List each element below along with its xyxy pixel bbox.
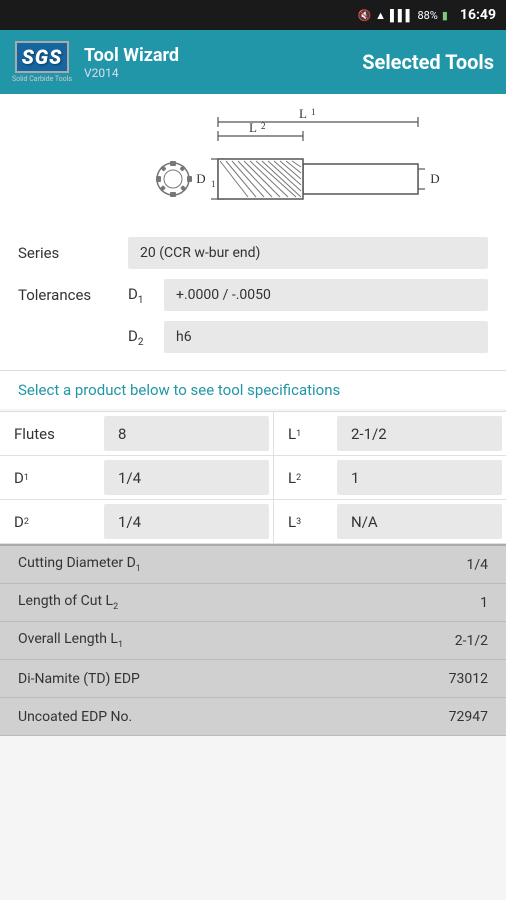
select-message: Select a product below to see tool speci… bbox=[0, 370, 506, 409]
battery-icon: ▮ bbox=[442, 9, 448, 22]
svg-text:D: D bbox=[430, 171, 439, 186]
status-time: 16:49 bbox=[460, 7, 496, 23]
battery-percentage: 88% bbox=[417, 9, 437, 22]
diagram-svg: L 1 L 2 D 1 D 2 bbox=[63, 104, 443, 214]
series-row: Series 20 (CCR w-bur end) bbox=[18, 234, 488, 272]
table-row-d2: D2 1/4 L3 N/A bbox=[0, 500, 506, 544]
logo-area: SGS Solid Carbide Tools bbox=[12, 41, 72, 83]
tolerance-d2-value: h6 bbox=[164, 321, 488, 353]
l3-label: L3 bbox=[273, 500, 333, 543]
overall-length-value: 2-1/2 bbox=[408, 633, 488, 649]
length-of-cut-value: 1 bbox=[408, 595, 488, 611]
svg-text:2: 2 bbox=[261, 121, 266, 131]
td-edp-value: 73012 bbox=[408, 671, 488, 687]
product-table: Flutes 8 L1 2-1/2 D1 1/4 L2 1 D2 1/4 L3 … bbox=[0, 411, 506, 544]
svg-text:1: 1 bbox=[211, 179, 216, 189]
status-icons: 🔇 ▲ ▌▌▌ 88% ▮ bbox=[357, 9, 447, 22]
l3-value: N/A bbox=[337, 504, 502, 539]
detail-row-td-edp: Di-Namite (TD) EDP 73012 bbox=[0, 660, 506, 698]
d1-row-value: 1/4 bbox=[104, 460, 269, 495]
page-title: Selected Tools bbox=[362, 50, 494, 74]
d2-row-value: 1/4 bbox=[104, 504, 269, 539]
table-row-flutes: Flutes 8 L1 2-1/2 bbox=[0, 412, 506, 456]
l1-label: L1 bbox=[273, 412, 333, 455]
detail-row-cutting-diameter: Cutting Diameter D1 1/4 bbox=[0, 546, 506, 584]
tolerances-label: Tolerances bbox=[18, 286, 128, 304]
svg-text:D: D bbox=[196, 171, 205, 186]
d2-label: D2 bbox=[128, 327, 164, 348]
tolerance-d2-row: D2 h6 bbox=[128, 318, 488, 356]
status-bar: 🔇 ▲ ▌▌▌ 88% ▮ 16:49 bbox=[0, 0, 506, 30]
uncoated-edp-value: 72947 bbox=[408, 709, 488, 725]
uncoated-edp-label: Uncoated EDP No. bbox=[18, 709, 408, 725]
specs-area: Series 20 (CCR w-bur end) Tolerances D1 … bbox=[0, 224, 506, 370]
logo-box: SGS bbox=[15, 41, 70, 73]
detail-row-uncoated-edp: Uncoated EDP No. 72947 bbox=[0, 698, 506, 736]
app-header: SGS Solid Carbide Tools Tool Wizard V201… bbox=[0, 30, 506, 94]
svg-text:L: L bbox=[249, 120, 257, 135]
app-version: V2014 bbox=[84, 66, 179, 80]
series-value: 20 (CCR w-bur end) bbox=[128, 237, 488, 269]
l2-value: 1 bbox=[337, 460, 502, 495]
tool-diagram: L 1 L 2 D 1 D 2 bbox=[0, 94, 506, 224]
overall-length-label: Overall Length L1 bbox=[18, 631, 408, 650]
logo-text: SGS bbox=[22, 45, 63, 69]
logo-sub: Solid Carbide Tools bbox=[12, 75, 72, 83]
detail-table: Cutting Diameter D1 1/4 Length of Cut L2… bbox=[0, 544, 506, 736]
tolerance-d1-row: Tolerances D1 +.0000 / -.0050 bbox=[18, 276, 488, 314]
detail-row-length-of-cut: Length of Cut L2 1 bbox=[0, 584, 506, 622]
wifi-icon: ▲ bbox=[375, 9, 386, 22]
series-label: Series bbox=[18, 244, 128, 262]
mute-icon: 🔇 bbox=[357, 9, 371, 22]
flutes-value: 8 bbox=[104, 416, 269, 451]
cutting-diameter-value: 1/4 bbox=[408, 557, 488, 573]
app-title-area: Tool Wizard V2014 bbox=[84, 45, 179, 80]
svg-text:1: 1 bbox=[311, 107, 316, 117]
cutting-diameter-label: Cutting Diameter D1 bbox=[18, 555, 408, 574]
detail-row-overall-length: Overall Length L1 2-1/2 bbox=[0, 622, 506, 660]
svg-text:L: L bbox=[299, 106, 307, 121]
table-row-d1: D1 1/4 L2 1 bbox=[0, 456, 506, 500]
l1-value: 2-1/2 bbox=[337, 416, 502, 451]
d1-label: D1 bbox=[128, 285, 164, 306]
tolerance-d1-value: +.0000 / -.0050 bbox=[164, 279, 488, 311]
l2-label: L2 bbox=[273, 456, 333, 499]
signal-icon: ▌▌▌ bbox=[390, 9, 413, 22]
d2-row-label: D2 bbox=[0, 500, 100, 543]
length-of-cut-label: Length of Cut L2 bbox=[18, 593, 408, 612]
td-edp-label: Di-Namite (TD) EDP bbox=[18, 671, 408, 687]
app-title: Tool Wizard bbox=[84, 45, 179, 66]
flutes-label: Flutes bbox=[0, 412, 100, 455]
d1-row-label: D1 bbox=[0, 456, 100, 499]
